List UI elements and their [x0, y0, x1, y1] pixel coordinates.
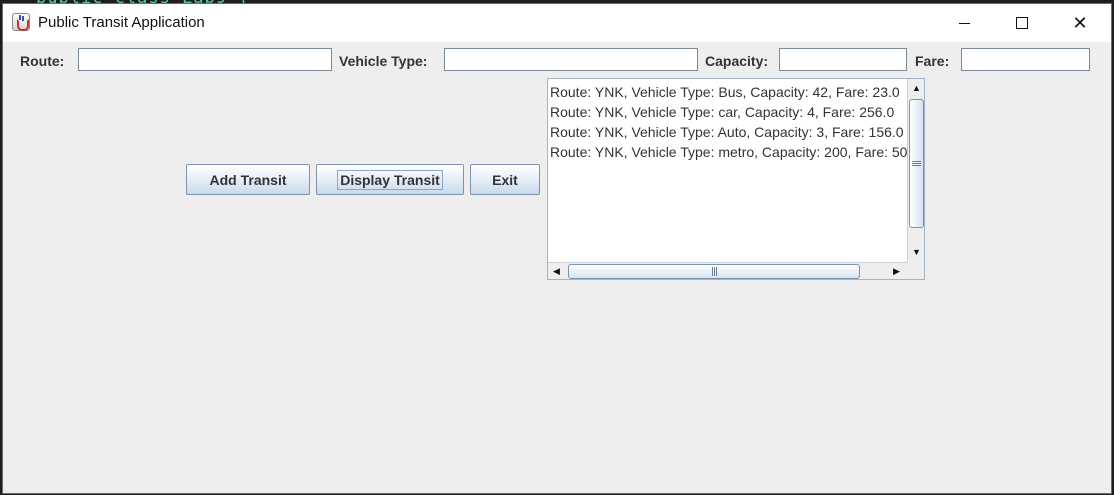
java-cup-icon [12, 13, 30, 31]
vehicle-type-label: Vehicle Type: [339, 53, 428, 69]
title-bar[interactable]: Public Transit Application ✕ [3, 4, 1111, 42]
close-button[interactable]: ✕ [1057, 4, 1103, 42]
vehicle-type-input[interactable] [444, 48, 698, 71]
vertical-scroll-thumb[interactable] [909, 99, 924, 228]
output-line: Route: YNK, Vehicle Type: car, Capacity:… [550, 104, 895, 120]
output-line: Route: YNK, Vehicle Type: Auto, Capacity… [550, 124, 904, 140]
grip-icon [711, 267, 717, 276]
add-transit-label: Add Transit [209, 171, 287, 188]
output-line: Route: YNK, Vehicle Type: metro, Capacit… [550, 144, 907, 160]
exit-label: Exit [492, 171, 518, 188]
maximize-icon [1016, 17, 1028, 29]
app-window: Public Transit Application ✕ Route: Vehi… [2, 3, 1112, 494]
scroll-left-icon[interactable]: ◀ [548, 263, 565, 279]
output-scroll-pane[interactable]: Route: YNK, Vehicle Type: Bus, Capacity:… [547, 78, 925, 280]
window-title: Public Transit Application [38, 14, 205, 31]
scroll-right-icon[interactable]: ▶ [888, 263, 905, 279]
output-line: Route: YNK, Vehicle Type: Bus, Capacity:… [550, 84, 900, 100]
display-transit-label: Display Transit [337, 169, 443, 190]
fare-input[interactable] [961, 48, 1090, 71]
capacity-label: Capacity: [705, 53, 769, 69]
fare-label: Fare: [915, 53, 950, 69]
scroll-up-icon[interactable]: ▲ [908, 79, 924, 96]
scrollbar-corner [907, 262, 924, 279]
vertical-scrollbar[interactable]: ▲ ▼ [907, 79, 924, 262]
maximize-button[interactable] [999, 4, 1045, 42]
route-input[interactable] [78, 48, 332, 71]
capacity-input[interactable] [779, 48, 907, 71]
minimize-button[interactable] [941, 4, 987, 42]
exit-button[interactable]: Exit [470, 164, 540, 195]
grip-icon [912, 161, 921, 166]
close-icon: ✕ [1072, 13, 1088, 33]
minimize-icon [958, 22, 970, 24]
output-text-area[interactable]: Route: YNK, Vehicle Type: Bus, Capacity:… [548, 79, 907, 262]
horizontal-scroll-thumb[interactable] [568, 264, 860, 279]
add-transit-button[interactable]: Add Transit [186, 164, 310, 195]
horizontal-scrollbar[interactable]: ◀ ▶ [548, 262, 907, 279]
route-label: Route: [20, 53, 65, 69]
scroll-down-icon[interactable]: ▼ [908, 243, 924, 260]
display-transit-button[interactable]: Display Transit [316, 164, 464, 195]
